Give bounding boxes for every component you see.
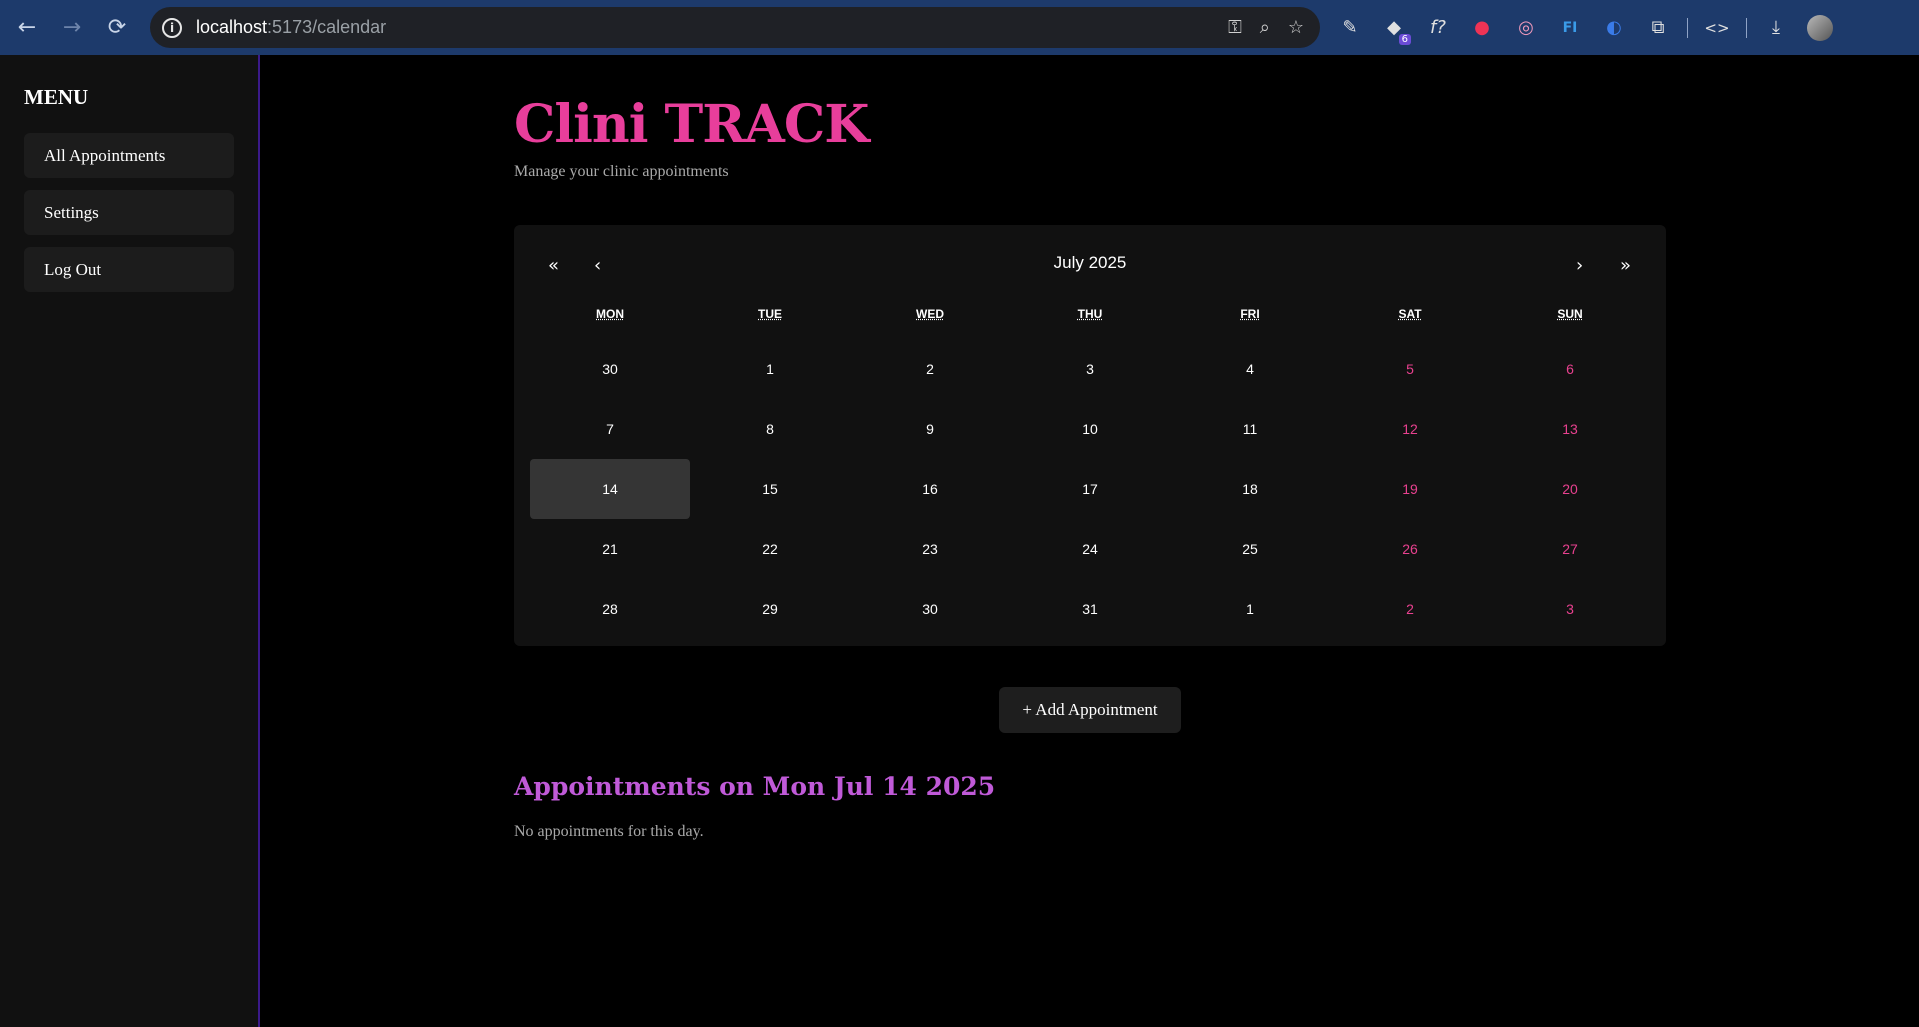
calendar-day[interactable]: 27 — [1490, 519, 1650, 579]
calendar-day[interactable]: 31 — [1010, 579, 1170, 639]
calendar-day[interactable]: 11 — [1170, 399, 1330, 459]
weekday-fri: FRI — [1240, 307, 1260, 321]
info-icon[interactable]: i — [162, 17, 182, 38]
calendar-day[interactable]: 1 — [690, 339, 850, 399]
prev-month-button[interactable]: ‹ — [594, 255, 601, 276]
calendar-day[interactable]: 28 — [530, 579, 690, 639]
next-year-button[interactable]: » — [1620, 255, 1631, 276]
calendar-day[interactable]: 8 — [690, 399, 850, 459]
calendar-day[interactable]: 10 — [1010, 399, 1170, 459]
weekday-thu: THU — [1077, 307, 1103, 321]
calendar-day[interactable]: 24 — [1010, 519, 1170, 579]
fi-icon[interactable]: FI — [1555, 13, 1585, 43]
browser-toolbar: ← → ⟳ i localhost:5173/calendar ⚿ ⌕ ☆ ✎ … — [0, 0, 1919, 55]
toolbar-divider — [1746, 17, 1747, 38]
appointments-empty-text: No appointments for this day. — [514, 823, 704, 840]
calendar: July 2025 « ‹ › » MON TUE WED THU FRI SAT SUN 3… — [514, 225, 1666, 646]
calendar-day[interactable]: 17 — [1010, 459, 1170, 519]
calendar-day[interactable]: 22 — [690, 519, 850, 579]
calendar-day[interactable]: 7 — [530, 399, 690, 459]
calendar-day[interactable]: 5 — [1330, 339, 1490, 399]
toolbar-divider — [1687, 17, 1688, 38]
back-icon[interactable]: ← — [12, 12, 42, 42]
glasses-icon[interactable]: ◎ — [1511, 13, 1541, 43]
avatar[interactable] — [1805, 13, 1835, 43]
calendar-day[interactable]: 20 — [1490, 459, 1650, 519]
calendar-day[interactable]: 12 — [1330, 399, 1490, 459]
calendar-day[interactable]: 13 — [1490, 399, 1650, 459]
download-icon[interactable]: ⤓ — [1761, 13, 1791, 43]
code-icon[interactable]: <> — [1702, 13, 1732, 43]
calendar-day[interactable]: 30 — [850, 579, 1010, 639]
calendar-day[interactable]: 25 — [1170, 519, 1330, 579]
menu-title: MENU — [24, 85, 89, 109]
calendar-day[interactable]: 2 — [1330, 579, 1490, 639]
sidebar-item-log-out[interactable]: Log Out — [24, 247, 234, 292]
forward-icon[interactable]: → — [57, 12, 87, 42]
calendar-day[interactable]: 3 — [1010, 339, 1170, 399]
calendar-month-label[interactable]: July 2025 — [514, 253, 1666, 273]
page-subtitle: Manage your clinic appointments — [514, 163, 729, 180]
calendar-day[interactable]: 16 — [850, 459, 1010, 519]
formula-icon[interactable]: f? — [1423, 13, 1453, 43]
appointments-heading: Appointments on Mon Jul 14 2025 — [514, 772, 996, 801]
sidebar-item-settings[interactable]: Settings — [24, 190, 234, 235]
next-month-button[interactable]: › — [1576, 255, 1583, 276]
address-bar[interactable]: i localhost:5173/calendar ⚿ ⌕ ☆ — [150, 7, 1320, 48]
star-icon[interactable]: ☆ — [1288, 17, 1304, 38]
calendar-day[interactable]: 19 — [1330, 459, 1490, 519]
calendar-day[interactable]: 15 — [690, 459, 850, 519]
calendar-day[interactable]: 1 — [1170, 579, 1330, 639]
calendar-day[interactable]: 21 — [530, 519, 690, 579]
calendar-day[interactable]: 23 — [850, 519, 1010, 579]
calendar-day[interactable]: 3 — [1490, 579, 1650, 639]
calendar-day[interactable]: 9 — [850, 399, 1010, 459]
weekday-sat: SAT — [1398, 307, 1422, 321]
calendar-day[interactable]: 4 — [1170, 339, 1330, 399]
puzzle-icon[interactable]: ⧉ — [1643, 13, 1673, 43]
weekday-sun: SUN — [1557, 307, 1583, 321]
url-host: localhost — [196, 17, 268, 37]
weekday-tue: TUE — [758, 307, 782, 321]
url-path: :5173/calendar — [267, 17, 387, 37]
zoom-icon[interactable]: ⌕ — [1260, 17, 1270, 38]
weekday-wed: WED — [916, 307, 944, 321]
calendar-day[interactable]: 26 — [1330, 519, 1490, 579]
sync-icon[interactable]: ◐ — [1599, 13, 1629, 43]
calendar-day[interactable]: 2 — [850, 339, 1010, 399]
add-appointment-button[interactable]: + Add Appointment — [999, 687, 1181, 733]
weekday-mon: MON — [596, 307, 624, 321]
reload-icon[interactable]: ⟳ — [102, 12, 132, 42]
calendar-day[interactable]: 6 — [1490, 339, 1650, 399]
eyedropper-icon[interactable]: ✎ — [1335, 13, 1365, 43]
sidebar-item-all-appointments[interactable]: All Appointments — [24, 133, 234, 178]
calendar-day[interactable]: 30 — [530, 339, 690, 399]
calendar-day[interactable]: 18 — [1170, 459, 1330, 519]
key-icon[interactable]: ⚿ — [1228, 17, 1242, 38]
calendar-day[interactable]: 29 — [690, 579, 850, 639]
extension-badge: 6 — [1398, 33, 1411, 45]
url-text[interactable]: localhost:5173/calendar — [196, 17, 386, 38]
sidebar: MENU All Appointments Settings Log Out — [0, 55, 260, 1027]
color-icon[interactable]: ● — [1467, 13, 1497, 43]
extension-icon[interactable]: ◆ 6 — [1379, 13, 1411, 45]
prev-year-button[interactable]: « — [548, 255, 559, 276]
page-title: Clini TRACK — [514, 94, 869, 155]
calendar-day[interactable]: 14 — [530, 459, 690, 519]
